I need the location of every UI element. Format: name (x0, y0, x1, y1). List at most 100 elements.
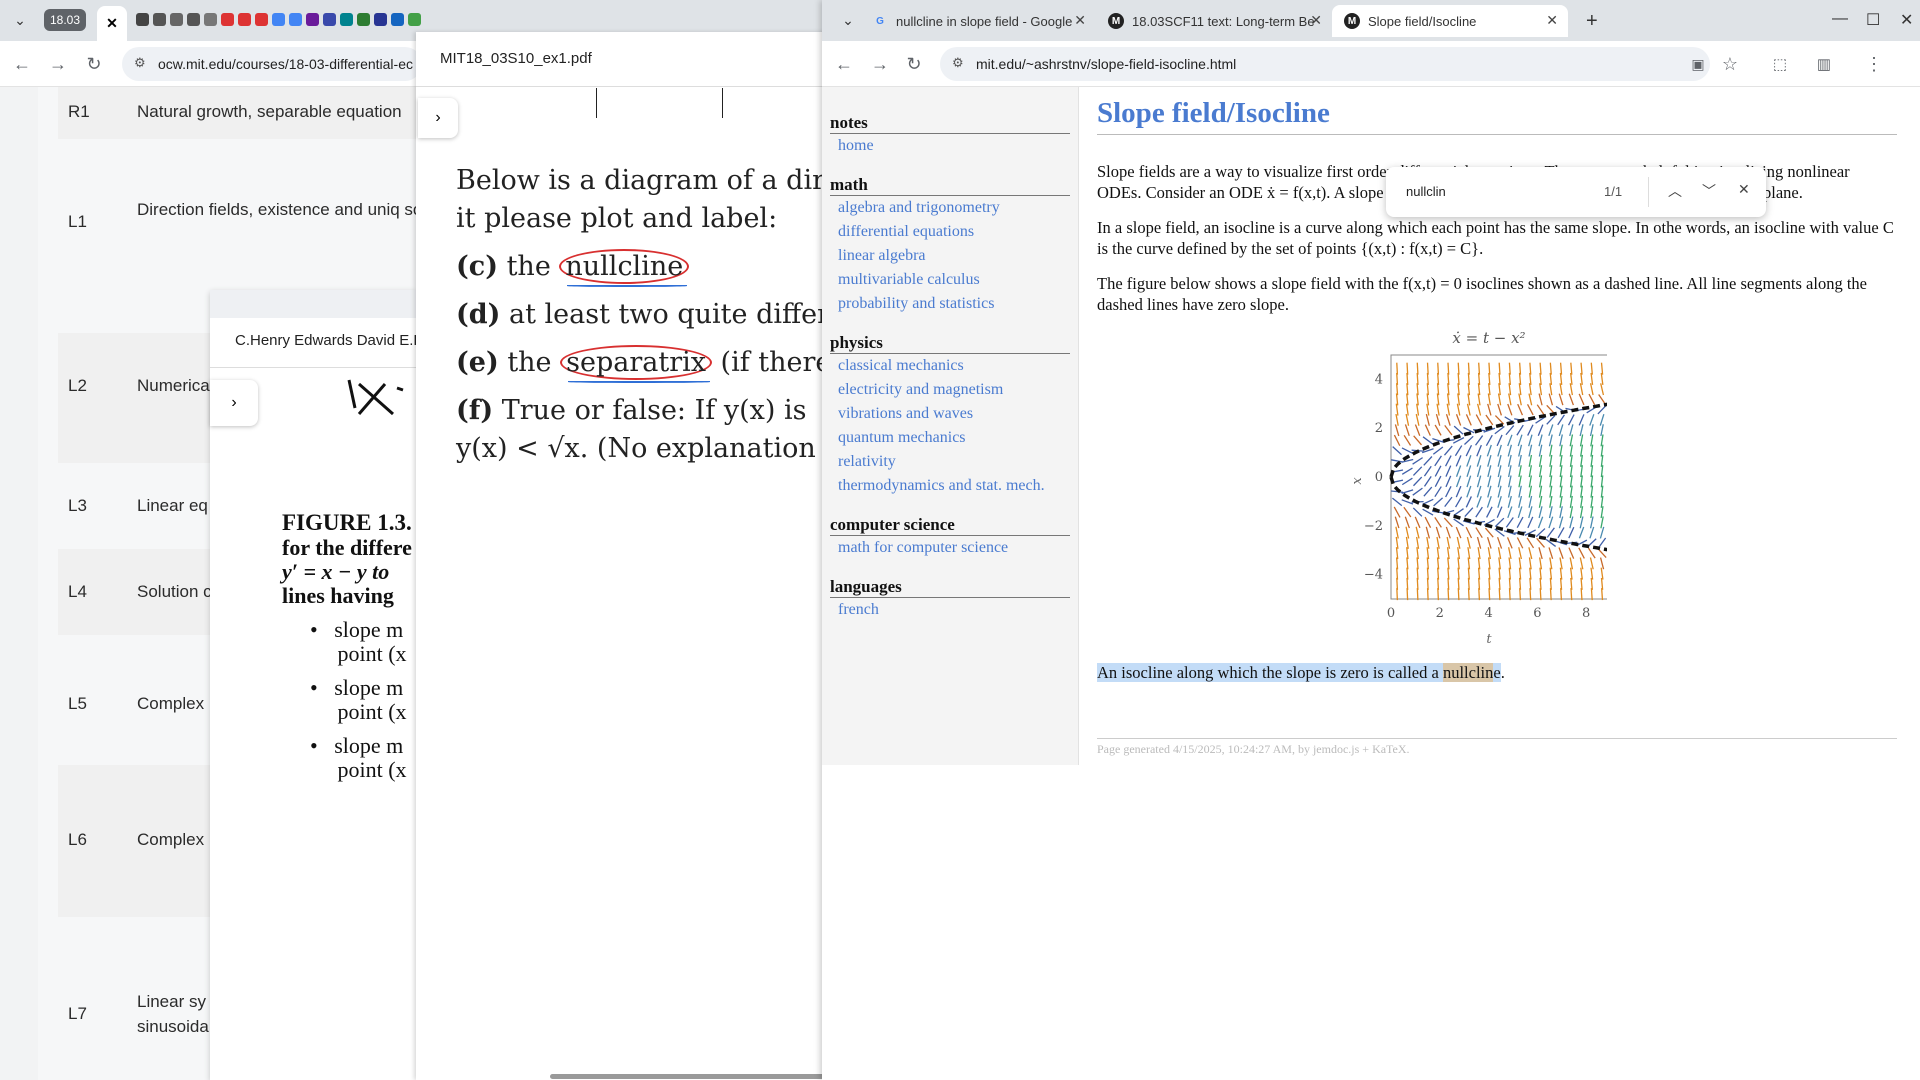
sidebar-link[interactable]: home (830, 134, 1070, 158)
tab-favicon-icon[interactable] (238, 13, 251, 26)
slope-segment (1437, 588, 1440, 601)
slope-segment (1426, 577, 1429, 590)
slope-segment (1457, 372, 1460, 385)
forward-arrow-icon[interactable]: → (868, 52, 892, 76)
slope-segment (1406, 588, 1409, 601)
site-info-icon[interactable]: ⚙ (952, 55, 968, 71)
active-tab-close-icon[interactable]: ✕ (97, 6, 127, 41)
menu-kebab-icon[interactable]: ⋮ (1862, 52, 1886, 76)
chart-title: ẋ = t − x² (1452, 329, 1525, 347)
tab-google[interactable]: G nullcline in slope field - Google ✕ (860, 5, 1096, 37)
sidebar-section: physics classical mechanics electricity … (830, 333, 1070, 498)
slope-field-page: notes home math algebra and trigonometry… (822, 87, 1920, 1080)
tab-search-chevron-icon[interactable]: ⌄ (8, 8, 32, 32)
back-arrow-icon[interactable]: ← (10, 52, 34, 76)
back-arrow-icon[interactable]: ← (832, 52, 856, 76)
address-bar[interactable]: ⚙ ocw.mit.edu/courses/18-03-differential… (122, 47, 422, 81)
sidebar-section: languages french (830, 577, 1070, 622)
slope-field-chart: ẋ = t − x² 0246810420−2−4 t x (1350, 329, 1607, 645)
book-text: FIGURE 1.3. for the differe y′ = x − y t… (282, 510, 412, 782)
y-tick-label: 2 (1375, 421, 1383, 436)
tab-favicon-icon[interactable] (340, 13, 353, 26)
forward-arrow-icon[interactable]: → (46, 52, 70, 76)
minimize-icon[interactable]: — (1832, 10, 1848, 28)
tab-favicon-icon[interactable] (136, 13, 149, 26)
address-bar[interactable]: ⚙ mit.edu/~ashrstnv/slope-field-isocline… (940, 47, 1710, 81)
close-window-icon[interactable]: ✕ (1900, 10, 1913, 30)
pdf-sidebar-toggle-icon[interactable]: › (418, 98, 458, 138)
sidebar-link[interactable]: probability and statistics (830, 292, 1070, 316)
page-search-icon[interactable]: ▣ (1686, 52, 1710, 76)
slope-segment (1406, 567, 1409, 580)
tab-search-chevron-icon[interactable]: ⌄ (836, 8, 860, 32)
tab-favicon-icon[interactable] (221, 13, 234, 26)
site-sidebar: notes home math algebra and trigonometry… (822, 87, 1079, 765)
tab-favicon-icon[interactable] (272, 13, 285, 26)
sidebar-link[interactable]: algebra and trigonometry (830, 196, 1070, 220)
sidebar-link[interactable]: quantum mechanics (830, 426, 1070, 450)
find-bar[interactable]: nullclin 1/1 ︿ ﹀ ✕ (1386, 167, 1766, 217)
close-icon[interactable]: ✕ (1074, 12, 1086, 29)
tab-favicon-icon[interactable] (170, 13, 183, 26)
sidebar-link[interactable]: french (830, 598, 1070, 622)
tab-favicon-icon[interactable] (306, 13, 319, 26)
sidebar-link[interactable]: math for computer science (830, 536, 1070, 560)
tab-favicon-icon[interactable] (323, 13, 336, 26)
chevron-down-icon[interactable]: ﹀ (1702, 181, 1716, 201)
reload-icon[interactable]: ↻ (902, 52, 926, 76)
divider (1648, 177, 1649, 207)
book-titlebar[interactable] (210, 290, 416, 318)
tab-slope-field[interactable]: M Slope field/Isocline ✕ (1332, 5, 1568, 37)
tab-favicon-icon[interactable] (153, 13, 166, 26)
slope-segment (1467, 372, 1470, 385)
close-icon[interactable]: ✕ (1310, 12, 1322, 29)
tab-mit-text[interactable]: M 18.03SCF11 text: Long-term Be ✕ (1096, 5, 1332, 37)
row-text[interactable]: Linear sy sinusoida (137, 989, 209, 1039)
slope-segment (1467, 577, 1470, 590)
paragraph: In a slope field, an isocline is a curve… (1097, 218, 1894, 258)
site-info-icon[interactable]: ⚙ (134, 55, 150, 71)
sidebar-link[interactable]: classical mechanics (830, 354, 1070, 378)
sidebar-heading: notes (830, 113, 1070, 134)
reading-mode-icon[interactable]: ▥ (1812, 52, 1836, 76)
tab-favicon-icon[interactable] (289, 13, 302, 26)
horizontal-scrollbar[interactable] (550, 1074, 830, 1079)
sidebar-link[interactable]: multivariable calculus (830, 268, 1070, 292)
tab-favicon-icon[interactable] (255, 13, 268, 26)
bookmark-star-icon[interactable]: ☆ (1718, 52, 1742, 76)
sidebar-link[interactable]: thermodynamics and stat. mech. (830, 474, 1070, 498)
maximize-icon[interactable]: ☐ (1866, 10, 1880, 30)
sidebar-link[interactable]: linear algebra (830, 244, 1070, 268)
row-label: L7 (68, 1004, 87, 1023)
tab-favicon-icon[interactable] (374, 13, 387, 26)
slope-segment (1396, 577, 1399, 590)
sidebar-link[interactable]: electricity and magnetism (830, 378, 1070, 402)
sidebar-link[interactable]: relativity (830, 450, 1070, 474)
chevron-up-icon[interactable]: ︿ (1668, 181, 1682, 201)
slope-segment (1426, 362, 1429, 375)
list-item: • slope m point (x (310, 675, 407, 724)
tab-favicon-icon[interactable] (408, 13, 421, 26)
find-input[interactable]: nullclin (1406, 184, 1446, 199)
sidebar-link[interactable]: vibrations and waves (830, 402, 1070, 426)
close-icon[interactable]: ✕ (1546, 12, 1558, 29)
tab-favicon-icon[interactable] (204, 13, 217, 26)
sidebar-link[interactable]: differential equations (830, 220, 1070, 244)
tab-group-label[interactable]: 18.03 (44, 9, 86, 31)
slope-segment (1488, 588, 1491, 601)
close-icon[interactable]: ✕ (1738, 181, 1750, 198)
slope-segment (1426, 372, 1429, 385)
tab-favicon-icon[interactable] (391, 13, 404, 26)
tab-favicon-icon[interactable] (357, 13, 370, 26)
extensions-icon[interactable]: ⬚ (1768, 52, 1792, 76)
book-sidebar-toggle-icon[interactable]: › (210, 380, 258, 426)
slope-segment (1519, 362, 1522, 375)
slope-segment (1437, 577, 1440, 590)
pdf-text: Below is a diagram of a direc it please … (456, 162, 830, 468)
tab-favicon-icon[interactable] (187, 13, 200, 26)
tab-label: nullcline in slope field - Google (896, 13, 1073, 29)
reload-icon[interactable]: ↻ (82, 52, 106, 76)
slope-segment (1447, 372, 1450, 385)
toolbar: ← → ↻ ⚙ mit.edu/~ashrstnv/slope-field-is… (822, 41, 1920, 87)
new-tab-plus-icon[interactable]: + (1586, 10, 1598, 33)
